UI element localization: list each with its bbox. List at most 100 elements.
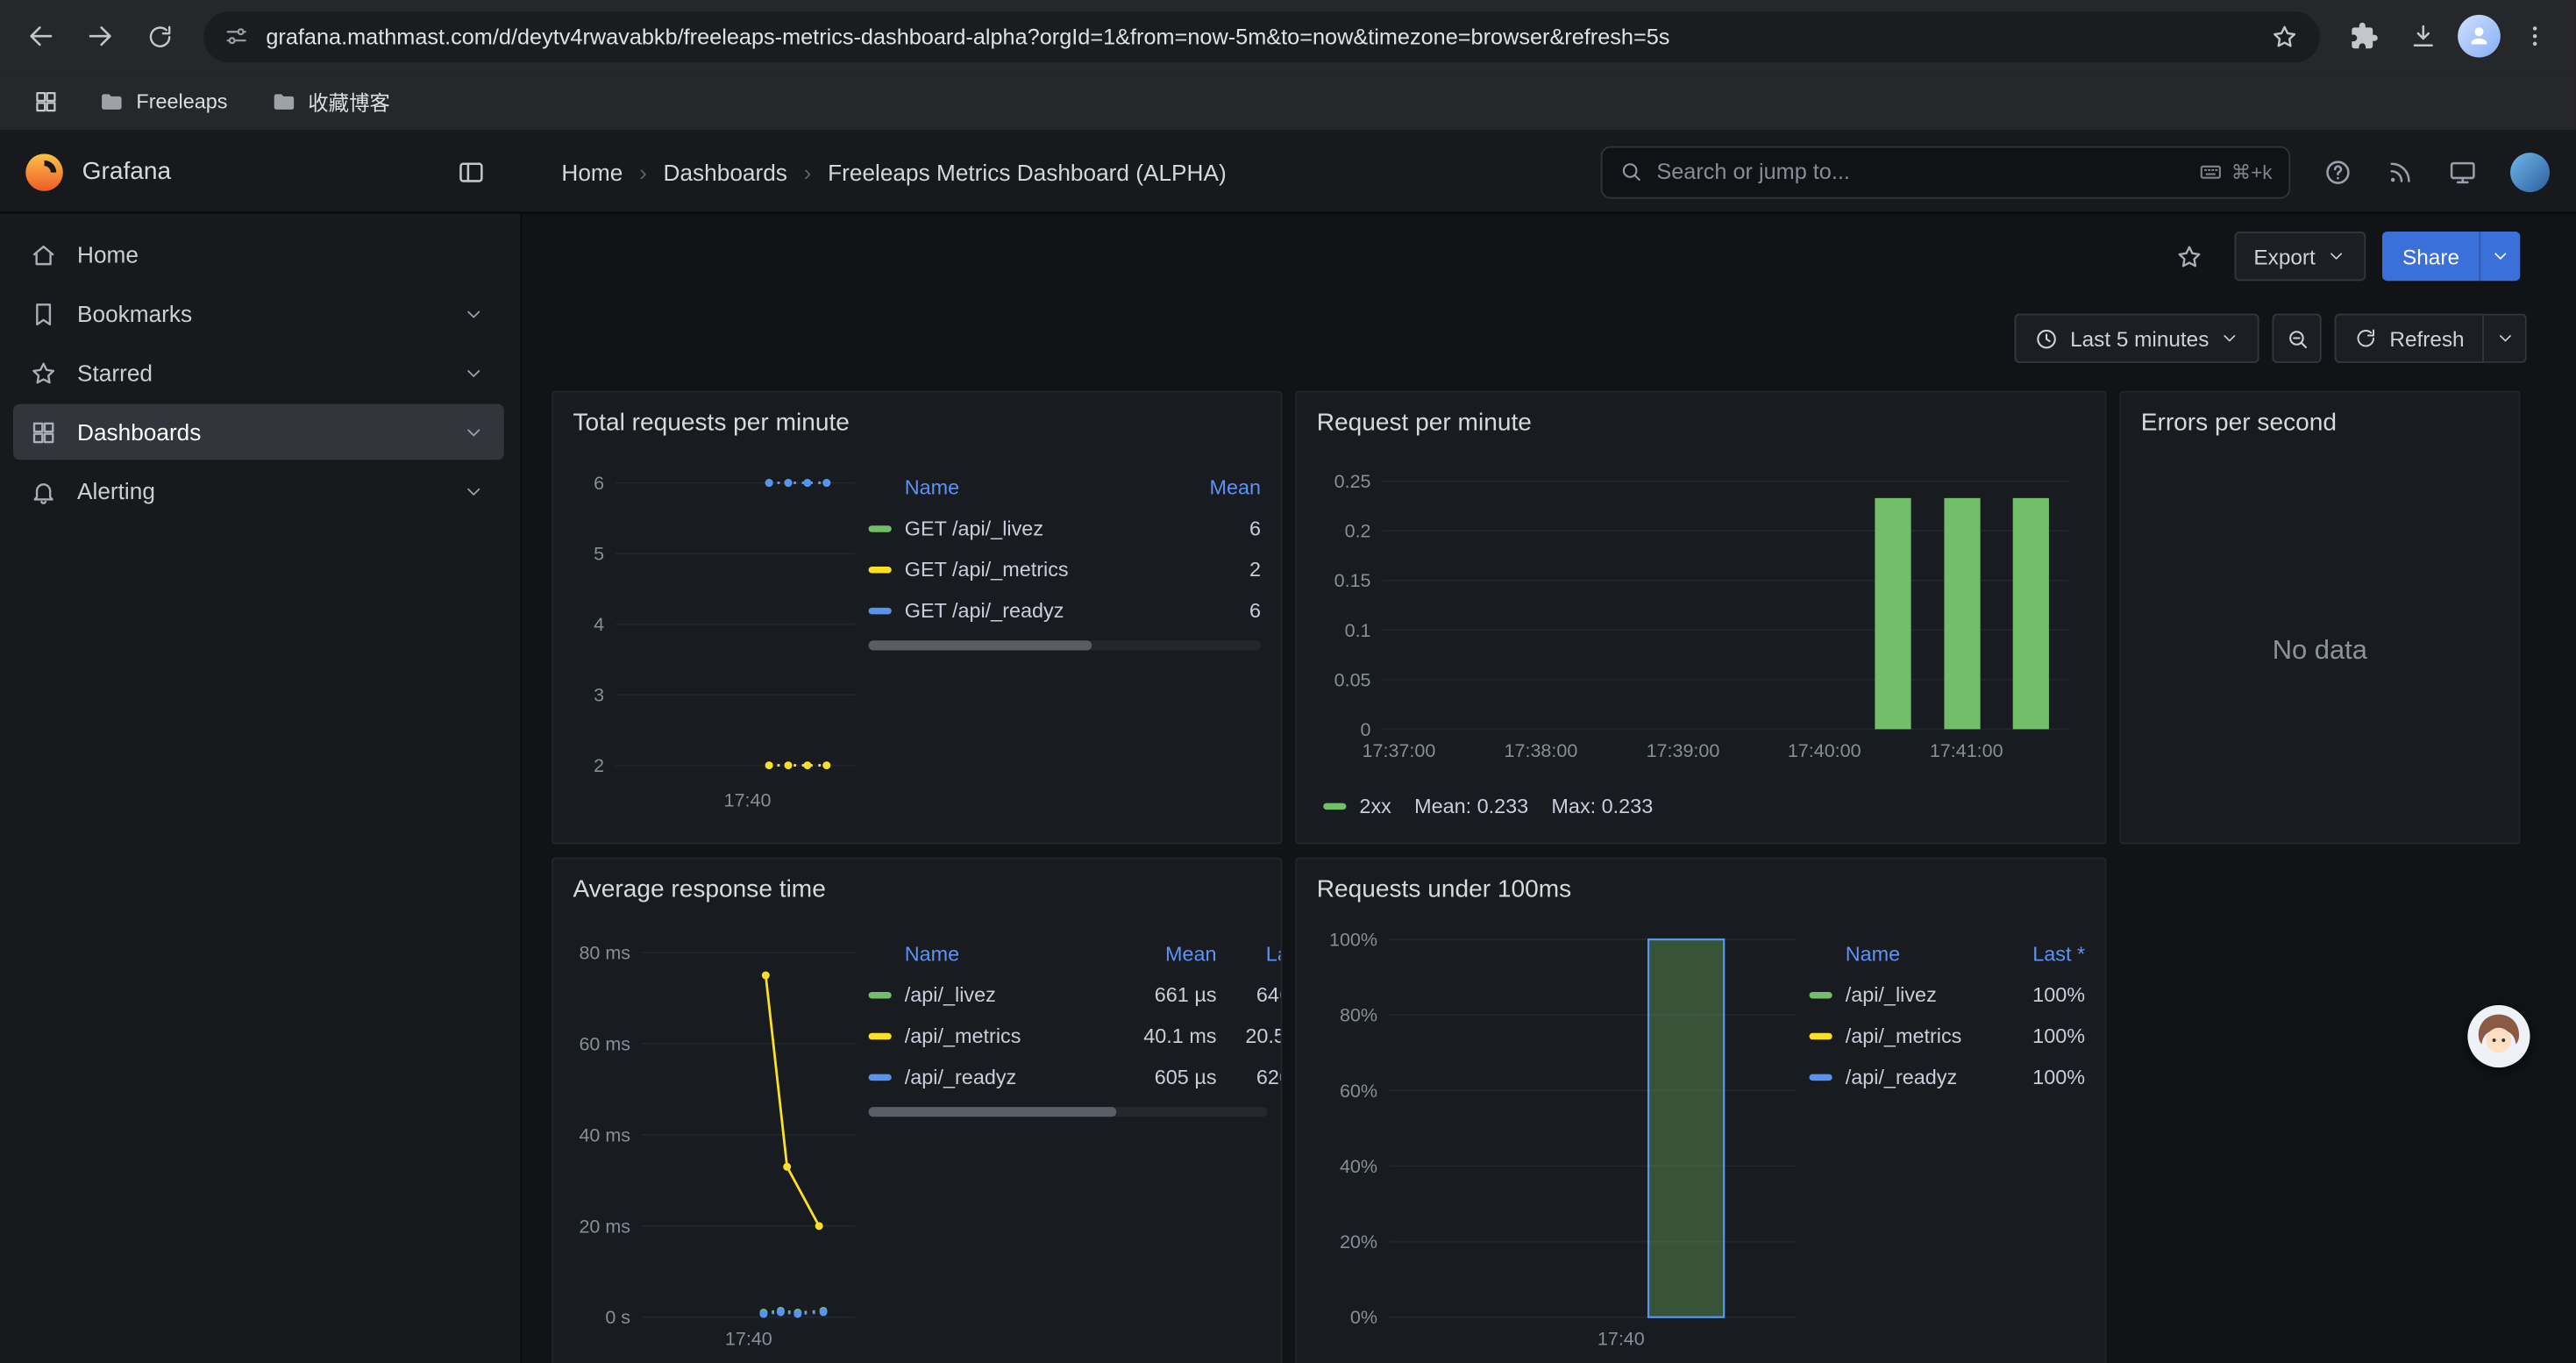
series-name[interactable]: GET /api/_metrics (905, 558, 1163, 581)
sidebar-item-dashboards[interactable]: Dashboards (13, 404, 504, 460)
help-icon[interactable] (2323, 157, 2353, 187)
series-mean: 661 µs (1112, 983, 1217, 1006)
series-color-swatch (869, 991, 892, 997)
time-range-picker[interactable]: Last 5 minutes (2014, 314, 2259, 363)
kebab-menu-icon (2522, 23, 2548, 49)
reload-button[interactable] (132, 8, 188, 64)
sidebar-item-starred[interactable]: Starred (13, 345, 504, 401)
export-button[interactable]: Export (2234, 232, 2366, 281)
sidebar-toggle-button[interactable] (444, 144, 500, 200)
legend-scrollbar[interactable] (869, 1107, 1268, 1117)
address-bar[interactable]: grafana.mathmast.com/d/deytv4rwavabkb/fr… (203, 11, 2320, 61)
series-color-swatch (1809, 1074, 1832, 1080)
svg-text:4: 4 (594, 614, 604, 635)
legend-header-last[interactable]: Last * (1987, 942, 2085, 965)
legend-row[interactable]: /api/_metrics 100% (1809, 1015, 2085, 1056)
series-name[interactable]: /api/_livez (905, 983, 1112, 1006)
legend-row[interactable]: GET /api/_livez 6 (869, 508, 1262, 549)
sidebar-item-home[interactable]: Home (13, 226, 504, 282)
bookmark-star-icon (2270, 22, 2298, 50)
under-100ms-chart[interactable]: 100%80%60%40%20%0%17:40 (1317, 926, 1810, 1363)
chevron-down-icon[interactable] (463, 303, 484, 324)
refresh-button[interactable]: Refresh (2336, 314, 2485, 363)
legend-header-row: Name Mean (869, 467, 1262, 508)
series-name[interactable]: /api/_metrics (905, 1024, 1112, 1047)
legend-row[interactable]: /api/_livez 661 µs 646 µs (869, 974, 1281, 1015)
request-per-minute-chart[interactable]: 0.250.20.150.10.05017:37:0017:38:0017:39… (1317, 460, 2085, 780)
forward-button[interactable] (72, 8, 128, 64)
svg-text:17:38:00: 17:38:00 (1505, 740, 1578, 761)
panel-title[interactable]: Total requests per minute (553, 393, 1281, 444)
legend-series-2xx[interactable]: 2xx (1323, 795, 1391, 817)
grafana-brand[interactable]: Grafana (23, 150, 171, 193)
legend-row[interactable]: GET /api/_metrics 2 (869, 548, 1262, 589)
monitor-icon[interactable] (2448, 157, 2478, 187)
breadcrumb-home[interactable]: Home (561, 159, 623, 185)
legend-scrollbar[interactable] (869, 640, 1262, 650)
panel-title[interactable]: Average response time (553, 859, 1281, 910)
assistant-avatar[interactable] (2467, 1005, 2530, 1067)
legend-row[interactable]: GET /api/_readyz 6 (869, 589, 1262, 631)
breadcrumb-dashboards[interactable]: Dashboards (664, 159, 787, 185)
bookmark-page-button[interactable] (2260, 13, 2306, 59)
panel-title[interactable]: Requests under 100ms (1297, 859, 2104, 910)
url-text[interactable]: grafana.mathmast.com/d/deytv4rwavabkb/fr… (266, 24, 2260, 48)
series-name[interactable]: /api/_livez (1846, 983, 1987, 1006)
dashboard-actions-row: Export Share (522, 213, 2575, 282)
scrollbar-thumb[interactable] (869, 640, 1092, 650)
legend-header-name[interactable]: Name (905, 475, 1163, 498)
browser-profile-avatar[interactable] (2458, 15, 2501, 58)
series-name[interactable]: GET /api/_livez (905, 517, 1163, 539)
total-requests-chart[interactable]: 6543217:40 (573, 460, 869, 829)
series-name[interactable]: /api/_metrics (1846, 1024, 1987, 1047)
chevron-down-icon[interactable] (463, 481, 484, 502)
browser-menu-button[interactable] (2507, 8, 2563, 64)
favorite-dashboard-button[interactable] (2162, 228, 2218, 284)
search-icon (1619, 160, 1643, 184)
downloads-button[interactable] (2395, 8, 2451, 64)
site-info-icon[interactable] (224, 23, 250, 49)
back-icon (26, 21, 56, 51)
series-color-swatch (1809, 1032, 1832, 1038)
sidebar-item-bookmarks[interactable]: Bookmarks (13, 286, 504, 342)
bookmark-folder-freeleaps[interactable]: Freeleaps (85, 82, 240, 121)
panel-title[interactable]: Errors per second (2121, 393, 2518, 444)
legend-row[interactable]: /api/_readyz 100% (1809, 1056, 2085, 1097)
search-input[interactable] (1656, 160, 2185, 184)
chevron-down-icon[interactable] (463, 421, 484, 442)
chevron-down-icon[interactable] (463, 362, 484, 383)
user-avatar[interactable] (2510, 152, 2550, 191)
share-button[interactable]: Share (2383, 232, 2480, 281)
rss-icon[interactable] (2386, 157, 2416, 187)
refresh-label: Refresh (2389, 326, 2464, 351)
series-name[interactable]: /api/_readyz (1846, 1065, 1987, 1088)
extensions-icon (2350, 21, 2380, 51)
refresh-interval-button[interactable] (2484, 314, 2527, 363)
legend-header-name[interactable]: Name (1846, 942, 1987, 965)
panel-errors-per-second: Errors per second No data (2119, 391, 2520, 845)
legend-table: Name Mean GET /api/_livez 6 GET /api/_me… (869, 467, 1262, 830)
panel-title[interactable]: Request per minute (1297, 393, 2104, 444)
bookmark-folder-favorites[interactable]: 收藏博客 (257, 79, 403, 124)
extensions-button[interactable] (2337, 8, 2393, 64)
legend-row[interactable]: /api/_livez 100% (1809, 974, 2085, 1015)
legend-row[interactable]: /api/_readyz 605 µs 620 µs (869, 1056, 1281, 1097)
sidebar-item-alerting[interactable]: Alerting (13, 463, 504, 519)
series-name[interactable]: GET /api/_readyz (905, 599, 1163, 622)
scrollbar-thumb[interactable] (869, 1107, 1116, 1117)
legend-header-mean[interactable]: Mean (1112, 942, 1217, 965)
svg-text:5: 5 (594, 544, 604, 565)
search-box[interactable]: ⌘+k (1601, 146, 2290, 198)
series-name[interactable]: /api/_readyz (905, 1065, 1112, 1088)
clock-icon (2034, 326, 2059, 351)
share-menu-button[interactable] (2479, 232, 2520, 281)
avg-response-chart[interactable]: 80 ms60 ms40 ms20 ms0 s17:40 (573, 926, 869, 1363)
legend-header-mean[interactable]: Mean (1163, 475, 1261, 498)
back-button[interactable] (13, 8, 69, 64)
zoom-out-time-button[interactable] (2273, 314, 2322, 363)
legend-header-last[interactable]: Last * (1217, 942, 1281, 965)
legend-row[interactable]: /api/_metrics 40.1 ms 20.5 ms (869, 1015, 1281, 1056)
apps-shortcut-button[interactable] (23, 78, 68, 124)
refresh-icon (2355, 327, 2378, 350)
legend-header-name[interactable]: Name (905, 942, 1112, 965)
